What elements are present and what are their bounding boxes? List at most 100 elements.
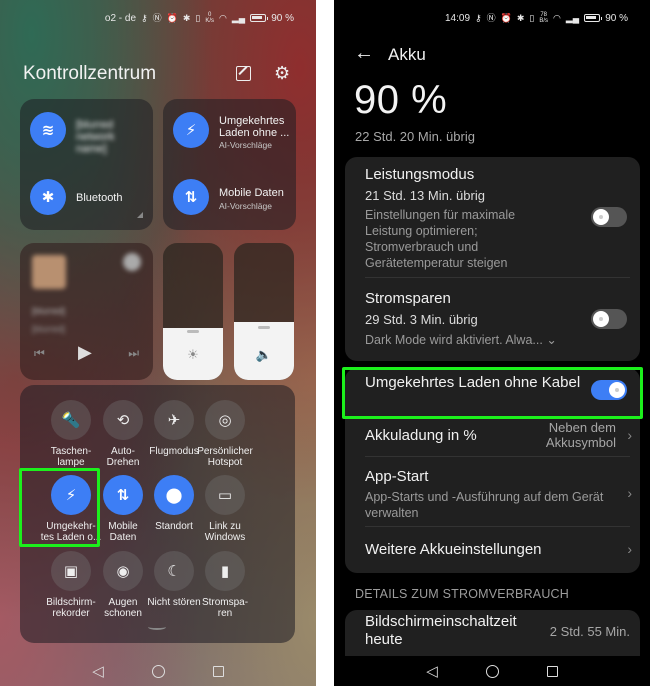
power-saving-desc: Dark Mode wird aktiviert. Alwa... ⌄	[365, 333, 557, 347]
net-speed: 78 B/s	[539, 12, 549, 24]
battery-icon	[584, 14, 603, 22]
toggle-label: Stromspa-ren	[201, 597, 249, 619]
back-nav-icon[interactable]: ◁	[426, 662, 438, 680]
navigation-bar: ◁	[0, 656, 316, 686]
expand-corner-icon[interactable]	[137, 212, 143, 218]
divider	[365, 456, 630, 457]
settings-icon[interactable]: ⚙	[274, 63, 290, 83]
previous-icon[interactable]: ⏮	[34, 346, 45, 361]
media-title: [blurred]	[32, 306, 66, 316]
expand-chevron-icon[interactable]	[148, 624, 166, 630]
toggle-label: Link zu Windows	[204, 521, 246, 543]
back-arrow-icon[interactable]: ←	[354, 42, 374, 65]
mobile-data-label[interactable]: Mobile Daten	[219, 187, 284, 199]
clock: 14:09	[445, 12, 471, 24]
play-icon[interactable]: ▶	[78, 342, 92, 363]
auto-rotate-icon: ⟲	[103, 400, 143, 440]
status-bar: 14:09 ⚷ Ⓝ ⏰ ✱ ▯ 78 B/s ◠ ▂▄ 90 %	[445, 12, 628, 24]
wireless-charging-icon[interactable]: ⚡	[173, 112, 209, 148]
app-icon	[123, 253, 141, 271]
slider-handle[interactable]	[258, 326, 270, 329]
ai-suggestion-label: AI-Vorschläge	[219, 201, 272, 211]
page-title: Kontrollzentrum	[23, 63, 157, 84]
divider	[365, 277, 630, 278]
toggle-power-saving[interactable]: ▮ Stromspa-ren	[191, 551, 259, 619]
mobile-data-icon[interactable]: ⇅	[173, 179, 209, 215]
home-nav-icon[interactable]	[151, 664, 165, 678]
net-speed: 0 K/s	[205, 12, 215, 24]
edit-icon[interactable]	[236, 66, 251, 81]
screen-recorder-icon: ▣	[51, 551, 91, 591]
brightness-icon: ☀	[187, 347, 199, 362]
toggle-link-windows[interactable]: ▭ Link zu Windows	[191, 475, 259, 543]
signal-icon: ▂▄	[565, 12, 580, 23]
album-art	[32, 255, 66, 289]
reverse-charging-label[interactable]: Umgekehrtes Laden ohne ...	[219, 115, 291, 139]
status-bar: o2 - de ⚷ Ⓝ ⏰ ✱ ▯ 0 K/s ◠ ▂▄ 90 %	[105, 12, 294, 24]
power-saving-title: Stromsparen	[365, 290, 451, 307]
smart-tile: ⚡ Umgekehrtes Laden ohne ... AI-Vorschlä…	[163, 99, 296, 230]
power-saving-remaining: 29 Std. 3 Min. übrig	[365, 312, 478, 327]
vibrate-icon: ▯	[195, 12, 201, 23]
recents-nav-icon[interactable]	[546, 665, 558, 677]
link-windows-icon: ▭	[205, 475, 245, 515]
airplane-icon: ✈	[154, 400, 194, 440]
modes-card: Leistungsmodus 21 Std. 13 Min. übrig Ein…	[345, 157, 640, 361]
performance-remaining: 21 Std. 13 Min. übrig	[365, 188, 485, 203]
back-nav-icon[interactable]: ◁	[92, 662, 104, 680]
chevron-right-icon: ›	[627, 541, 632, 557]
expand-chevron-icon[interactable]: ⌄	[546, 333, 556, 347]
battery-settings-screen: 14:09 ⚷ Ⓝ ⏰ ✱ ▯ 78 B/s ◠ ▂▄ 90 % ← Akku 9…	[334, 0, 650, 686]
wifi-network-name: [blurred network name]	[76, 119, 115, 155]
page-title: Akku	[388, 45, 426, 64]
bluetooth-status-icon: ✱	[516, 12, 525, 23]
key-icon: ⚷	[475, 12, 482, 23]
app-start-title: App-Start	[365, 468, 429, 485]
home-nav-icon[interactable]	[485, 664, 499, 678]
next-icon[interactable]: ⏭	[128, 346, 139, 361]
bluetooth-label[interactable]: Bluetooth	[76, 192, 122, 204]
toggle-hotspot[interactable]: ◎ Persönlicher Hotspot	[191, 400, 259, 468]
chevron-right-icon: ›	[627, 427, 632, 443]
remaining-time: 22 Std. 20 Min. übrig	[355, 129, 475, 144]
brightness-slider[interactable]: ☀	[163, 243, 223, 380]
bluetooth-icon[interactable]: ✱	[30, 179, 66, 215]
screen-time-value: 2 Std. 55 Min.	[549, 624, 630, 639]
media-artist: [blurred]	[32, 324, 66, 334]
location-icon: ⬤	[154, 475, 194, 515]
app-start-desc: App-Starts und -Ausführung auf dem Gerät…	[365, 490, 604, 520]
key-icon: ⚷	[141, 12, 148, 23]
eye-comfort-icon: ◉	[103, 551, 143, 591]
signal-icon: ▂▄	[231, 12, 246, 23]
hotspot-icon: ◎	[205, 400, 245, 440]
highlight-box	[19, 468, 100, 547]
screen-time-row[interactable]: Bildschirmeinschaltzeit heute 2 Std. 55 …	[345, 610, 640, 656]
navigation-bar: ◁	[334, 656, 650, 686]
volume-slider[interactable]: 🔈	[234, 243, 294, 380]
battery-percent-title: Akkuladung in %	[365, 427, 477, 444]
slider-handle[interactable]	[187, 330, 199, 333]
recents-nav-icon[interactable]	[212, 665, 224, 677]
connectivity-tile: ≋ [blurred network name] ✱ Bluetooth	[20, 99, 153, 230]
nfc-icon: Ⓝ	[152, 12, 162, 23]
toggle-label: Persönlicher Hotspot	[197, 446, 253, 468]
wifi-status-icon: ◠	[219, 12, 227, 23]
vibrate-icon: ▯	[529, 12, 535, 23]
control-center-screen: o2 - de ⚷ Ⓝ ⏰ ✱ ▯ 0 K/s ◠ ▂▄ 90 % Kontrol…	[0, 0, 316, 686]
battery-level: 90 %	[354, 78, 448, 122]
wifi-icon[interactable]: ≋	[30, 112, 66, 148]
power-saving-icon: ▮	[205, 551, 245, 591]
mobile-data-icon: ⇅	[103, 475, 143, 515]
battery-percent: 90 %	[605, 12, 628, 24]
power-saving-toggle[interactable]	[591, 309, 627, 329]
bluetooth-status-icon: ✱	[182, 12, 191, 23]
chevron-right-icon: ›	[627, 485, 632, 501]
performance-desc: Einstellungen für maximale Leistung opti…	[365, 208, 516, 270]
more-settings-title: Weitere Akkueinstellungen	[365, 541, 542, 558]
alarm-icon: ⏰	[500, 12, 512, 23]
performance-toggle[interactable]	[591, 207, 627, 227]
screen-time-title: Bildschirmeinschaltzeit heute	[365, 613, 517, 648]
ai-suggestion-label: AI-Vorschläge	[219, 140, 272, 150]
volume-icon: 🔈	[255, 347, 273, 362]
flashlight-icon: 🔦	[51, 400, 91, 440]
